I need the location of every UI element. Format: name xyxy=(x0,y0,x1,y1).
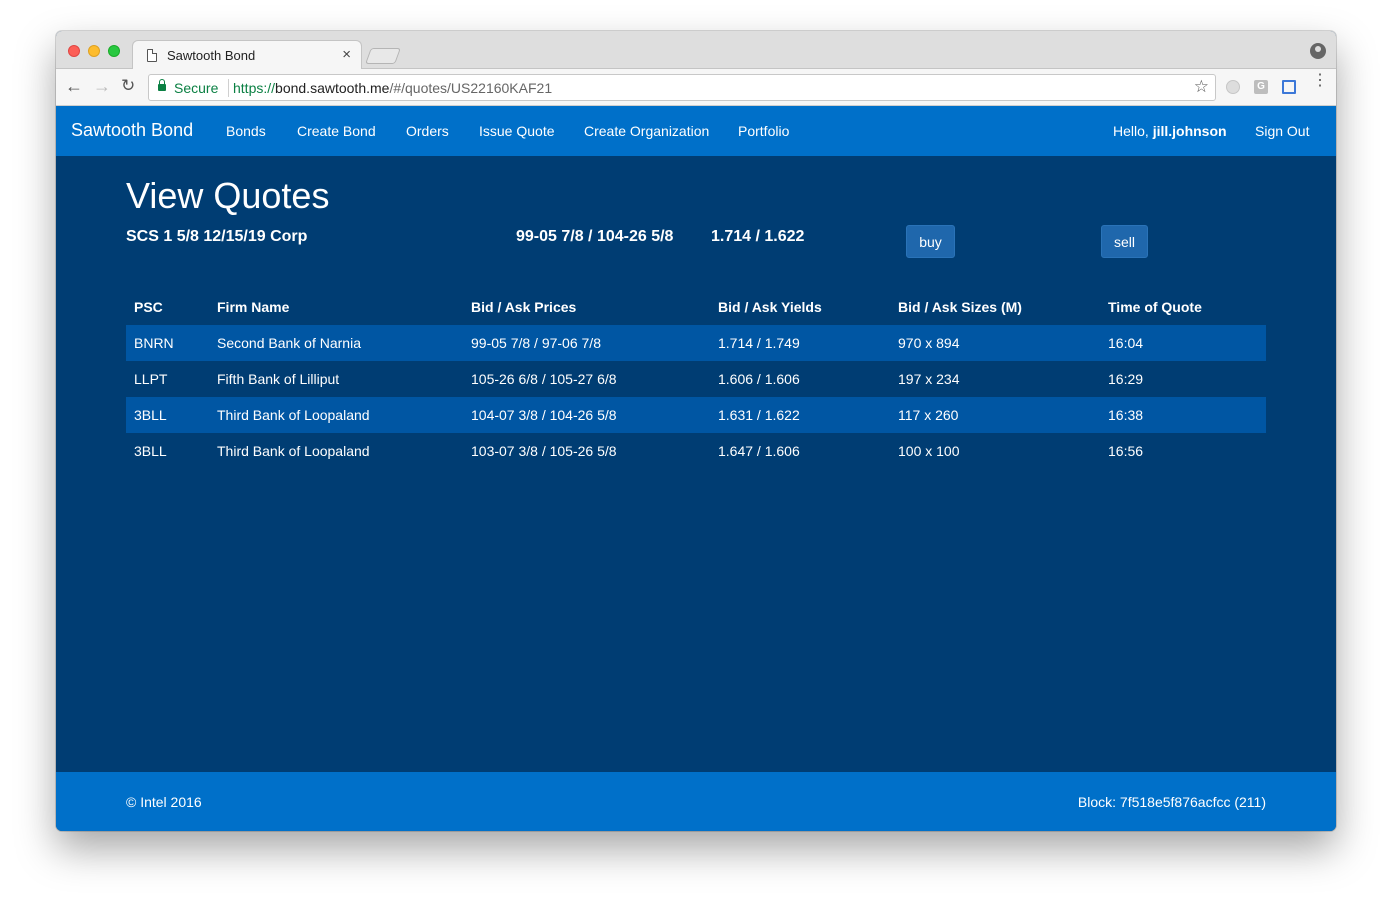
header-firm-name[interactable]: Firm Name xyxy=(209,289,463,325)
nav-link-create-organization[interactable]: Create Organization xyxy=(584,123,709,139)
grammar-extension-icon[interactable]: G xyxy=(1254,80,1268,94)
cell-sizes: 100 x 100 xyxy=(898,443,960,459)
quotes-table: PSC Firm Name Bid / Ask Prices Bid / Ask… xyxy=(126,289,1266,469)
cell-time: 16:38 xyxy=(1108,407,1144,423)
forward-icon[interactable]: → xyxy=(93,77,111,95)
new-tab-button[interactable] xyxy=(365,48,401,64)
address-bar[interactable]: Secure https://bond.sawtooth.me/#/quotes… xyxy=(148,74,1216,101)
cell-sizes: 970 x 894 xyxy=(898,335,960,351)
cell-yields: 1.714 / 1.749 xyxy=(718,335,800,351)
buy-button[interactable]: buy xyxy=(906,225,955,258)
copyright-text: © Intel 2016 xyxy=(126,794,202,810)
screenshot-extension-icon[interactable] xyxy=(1282,80,1296,94)
header-prices[interactable]: Bid / Ask Prices xyxy=(463,289,710,325)
brand-link[interactable]: Sawtooth Bond xyxy=(71,120,193,141)
cell-psc: 3BLL xyxy=(134,443,167,459)
reload-icon[interactable]: ↻ xyxy=(121,77,135,95)
bond-yields: 1.714 / 1.622 xyxy=(711,228,805,245)
profile-icon[interactable] xyxy=(1310,43,1326,59)
cell-prices: 104-07 3/8 / 104-26 5/8 xyxy=(471,407,617,423)
main-content: View Quotes SCS 1 5/8 12/15/19 Corp 99-0… xyxy=(56,156,1336,772)
cell-time: 16:29 xyxy=(1108,371,1144,387)
back-icon[interactable]: ← xyxy=(65,77,83,95)
cell-sizes: 197 x 234 xyxy=(898,371,960,387)
table-row[interactable]: 3BLL Third Bank of Loopaland 103-07 3/8 … xyxy=(126,433,1266,469)
cell-psc: LLPT xyxy=(134,371,168,387)
table-row[interactable]: 3BLL Third Bank of Loopaland 104-07 3/8 … xyxy=(126,397,1266,433)
sign-out-link[interactable]: Sign Out xyxy=(1255,123,1309,139)
table-row[interactable]: BNRN Second Bank of Narnia 99-05 7/8 / 9… xyxy=(126,325,1266,361)
header-sizes[interactable]: Bid / Ask Sizes (M) xyxy=(890,289,1100,325)
user-greeting[interactable]: Hello, jill.johnson xyxy=(1113,123,1227,139)
cell-yields: 1.631 / 1.622 xyxy=(718,407,800,423)
nav-link-orders[interactable]: Orders xyxy=(406,123,449,139)
document-icon xyxy=(147,49,157,62)
bond-name: SCS 1 5/8 12/15/19 Corp xyxy=(126,228,308,245)
tab-title: Sawtooth Bond xyxy=(167,48,256,63)
minimize-window-button[interactable] xyxy=(88,45,100,57)
extension-icon[interactable] xyxy=(1226,80,1240,94)
cell-firm-name: Third Bank of Loopaland xyxy=(217,407,370,423)
table-header-row: PSC Firm Name Bid / Ask Prices Bid / Ask… xyxy=(126,289,1266,325)
url-host: bond.sawtooth.me xyxy=(275,80,390,96)
url-scheme: https:// xyxy=(233,80,276,96)
cell-yields: 1.647 / 1.606 xyxy=(718,443,800,459)
close-window-button[interactable] xyxy=(68,45,80,57)
app-footer: © Intel 2016 Block: 7f518e5f876acfcc (21… xyxy=(56,772,1336,831)
zoom-window-button[interactable] xyxy=(108,45,120,57)
nav-link-portfolio[interactable]: Portfolio xyxy=(738,123,789,139)
url-path: /#/quotes/US22160KAF21 xyxy=(389,80,553,96)
page-title: View Quotes xyxy=(126,175,330,216)
browser-menu-icon[interactable]: ⋮ xyxy=(1312,73,1328,89)
cell-prices: 99-05 7/8 / 97-06 7/8 xyxy=(471,335,601,351)
header-time[interactable]: Time of Quote xyxy=(1100,289,1266,325)
tab-strip: Sawtooth Bond × xyxy=(56,31,1336,70)
cell-prices: 105-26 6/8 / 105-27 6/8 xyxy=(471,371,617,387)
nav-link-issue-quote[interactable]: Issue Quote xyxy=(479,123,555,139)
cell-yields: 1.606 / 1.606 xyxy=(718,371,800,387)
lock-icon xyxy=(158,79,166,91)
browser-window: Sawtooth Bond × ← → ↻ Secure https://bon… xyxy=(56,31,1336,831)
bond-prices: 99-05 7/8 / 104-26 5/8 xyxy=(516,228,674,245)
cell-time: 16:56 xyxy=(1108,443,1144,459)
cell-psc: BNRN xyxy=(134,335,174,351)
url-separator xyxy=(228,79,229,97)
table-row[interactable]: LLPT Fifth Bank of Lilliput 105-26 6/8 /… xyxy=(126,361,1266,397)
block-info: Block: 7f518e5f876acfcc (211) xyxy=(1077,794,1266,810)
nav-link-bonds[interactable]: Bonds xyxy=(226,123,266,139)
username: jill.johnson xyxy=(1152,123,1227,139)
greeting-prefix: Hello, xyxy=(1113,123,1153,139)
app-navbar: Sawtooth Bond Bonds Create Bond Orders I… xyxy=(56,106,1336,156)
url-text[interactable]: https://bond.sawtooth.me/#/quotes/US2216… xyxy=(233,80,552,96)
bookmark-star-icon[interactable]: ☆ xyxy=(1194,77,1209,97)
nav-link-create-bond[interactable]: Create Bond xyxy=(297,123,376,139)
secure-label: Secure xyxy=(174,80,219,96)
sell-button[interactable]: sell xyxy=(1101,225,1148,258)
browser-tab[interactable]: Sawtooth Bond × xyxy=(132,40,362,70)
cell-time: 16:04 xyxy=(1108,335,1144,351)
header-psc[interactable]: PSC xyxy=(126,289,209,325)
cell-psc: 3BLL xyxy=(134,407,167,423)
cell-firm-name: Second Bank of Narnia xyxy=(217,335,361,351)
browser-toolbar: ← → ↻ Secure https://bond.sawtooth.me/#/… xyxy=(56,69,1336,106)
cell-firm-name: Fifth Bank of Lilliput xyxy=(217,371,340,387)
close-tab-icon[interactable]: × xyxy=(342,46,351,63)
cell-firm-name: Third Bank of Loopaland xyxy=(217,443,370,459)
header-yields[interactable]: Bid / Ask Yields xyxy=(710,289,890,325)
cell-prices: 103-07 3/8 / 105-26 5/8 xyxy=(471,443,617,459)
cell-sizes: 117 x 260 xyxy=(898,407,959,423)
